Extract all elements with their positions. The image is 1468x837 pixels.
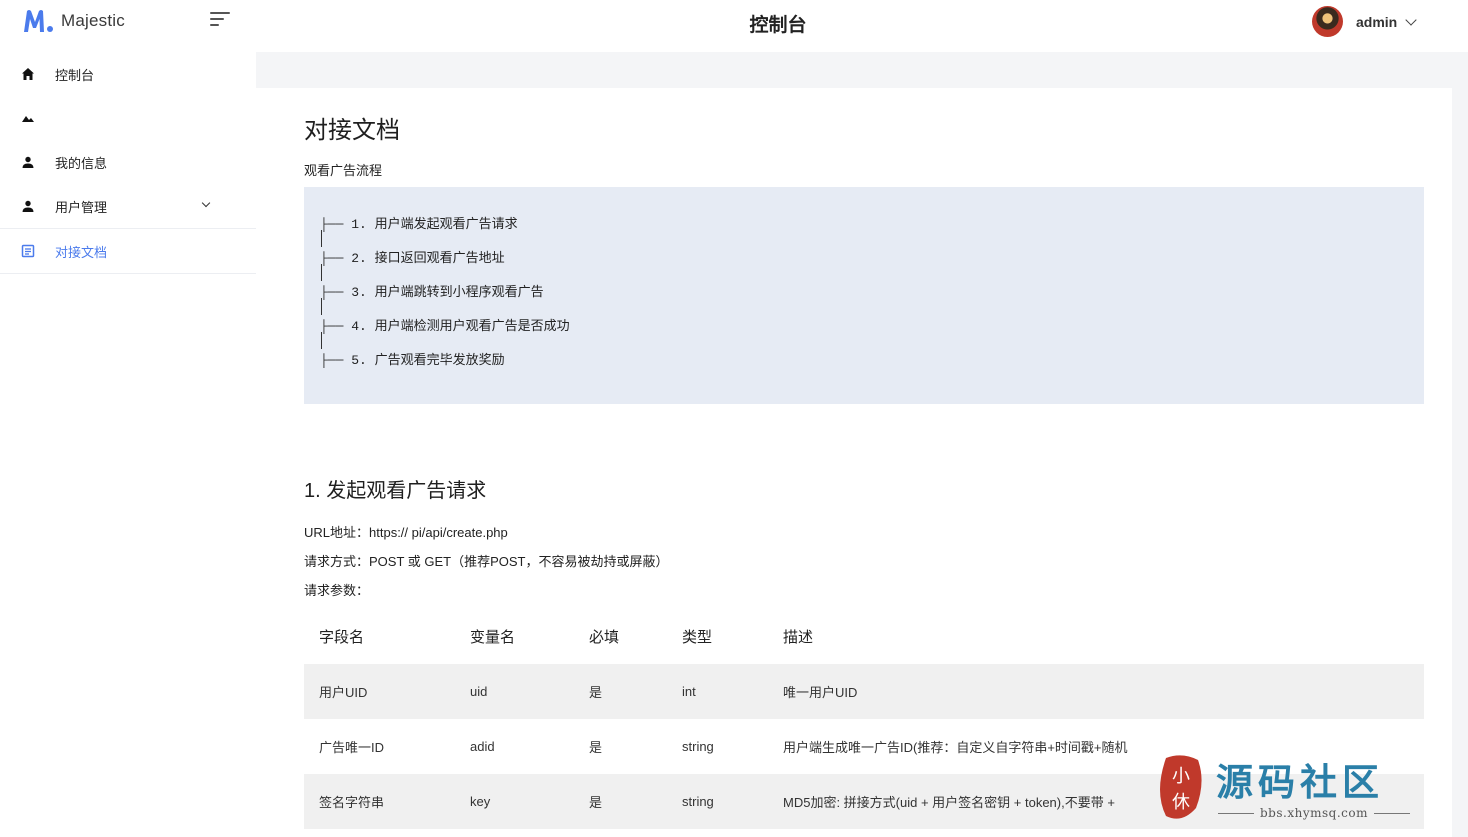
brand-logo-icon bbox=[24, 10, 53, 32]
sidebar: 控制台 我的信息 用户管理 对接文档 bbox=[0, 52, 256, 837]
table-cell: 是 bbox=[589, 664, 682, 719]
table-header: 描述 bbox=[783, 628, 814, 646]
user-name: admin bbox=[1356, 13, 1398, 30]
table-cell: string bbox=[682, 739, 714, 754]
flow-step: ├── 3. 用户端跳转到小程序观看广告 bbox=[320, 281, 1424, 315]
flow-step: ├── 1. 用户端发起观看广告请求 bbox=[320, 213, 1424, 247]
flow-label: 观看广告流程 bbox=[304, 163, 383, 178]
table-cell: 用户UID bbox=[304, 664, 470, 719]
section-title: 1. 发起观看广告请求 bbox=[304, 480, 487, 502]
request-url: URL地址：https:// pi/api/create.php bbox=[304, 525, 508, 540]
table-cell: 广告唯一ID bbox=[319, 740, 385, 755]
flow-block: ├── 1. 用户端发起观看广告请求 ├── 2. 接口返回观看广告地址 ├──… bbox=[304, 187, 1424, 404]
request-params-label: 请求参数： bbox=[304, 583, 370, 598]
flow-step: ├── 5. 广告观看完毕发放奖励 bbox=[320, 353, 505, 368]
user-menu[interactable]: admin bbox=[1312, 6, 1417, 37]
table-cell: key bbox=[470, 774, 589, 829]
sidebar-item-my-info[interactable]: 我的信息 bbox=[0, 140, 256, 184]
table-row: 用户UID uid 是 int 唯一用户UID bbox=[304, 664, 1424, 719]
watermark: 小 休 源码社区 bbs.xhymsq.com bbox=[1152, 752, 1442, 832]
table-cell: uid bbox=[470, 664, 589, 719]
doc-card: 对接文档 观看广告流程 ├── 1. 用户端发起观看广告请求 ├── 2. 接口… bbox=[256, 88, 1452, 837]
watermark-url: bbs.xhymsq.com bbox=[1212, 806, 1416, 820]
chevron-down-icon bbox=[201, 198, 211, 208]
sidebar-item-landscape[interactable] bbox=[0, 96, 256, 140]
sidebar-item-label: 控制台 bbox=[55, 67, 95, 83]
table-cell: 是 bbox=[589, 740, 603, 755]
chevron-down-icon bbox=[1405, 13, 1417, 26]
sidebar-item-label: 我的信息 bbox=[55, 155, 108, 171]
top-bar: Majestic 控制台 admin bbox=[0, 0, 1468, 52]
brand[interactable]: Majestic bbox=[22, 8, 125, 34]
sidebar-item-label: 对接文档 bbox=[55, 244, 108, 260]
home-icon bbox=[20, 66, 36, 82]
request-method: 请求方式：POST 或 GET（推荐POST，不容易被劫持或屏蔽） bbox=[304, 554, 669, 569]
table-header: 变量名 bbox=[470, 628, 516, 646]
table-header-row: 字段名 变量名 必填 类型 描述 bbox=[304, 608, 1424, 664]
sidebar-item-label: 用户管理 bbox=[55, 199, 108, 215]
document-icon bbox=[20, 243, 36, 259]
landscape-icon bbox=[20, 110, 36, 126]
table-cell: string bbox=[682, 774, 783, 829]
doc-title: 对接文档 bbox=[304, 117, 400, 144]
sidebar-toggle-icon[interactable] bbox=[210, 12, 232, 30]
table-header: 必填 bbox=[589, 628, 620, 646]
sidebar-item-user-management[interactable]: 用户管理 bbox=[0, 184, 256, 228]
table-cell: 是 bbox=[589, 774, 682, 829]
table-cell: 签名字符串 bbox=[304, 774, 470, 829]
divider bbox=[0, 273, 256, 274]
flow-step: ├── 2. 接口返回观看广告地址 bbox=[320, 247, 1424, 281]
person-icon bbox=[20, 154, 36, 170]
brand-name: Majestic bbox=[61, 11, 125, 30]
watermark-seal-icon: 小 休 bbox=[1160, 755, 1202, 819]
person-icon bbox=[20, 198, 36, 214]
table-header: 字段名 bbox=[319, 628, 365, 646]
table-header: 类型 bbox=[682, 628, 713, 646]
main-content: 对接文档 观看广告流程 ├── 1. 用户端发起观看广告请求 ├── 2. 接口… bbox=[256, 52, 1468, 837]
watermark-text: 源码社区 bbox=[1216, 760, 1384, 804]
sidebar-item-dashboard[interactable]: 控制台 bbox=[0, 52, 256, 96]
table-cell: int bbox=[682, 664, 783, 719]
svg-text:休: 休 bbox=[1172, 792, 1190, 813]
avatar[interactable] bbox=[1312, 6, 1343, 37]
table-cell: 唯一用户UID bbox=[783, 664, 1424, 719]
table-cell: adid bbox=[470, 739, 495, 754]
svg-text:小: 小 bbox=[1172, 766, 1190, 787]
flow-step: ├── 4. 用户端检测用户观看广告是否成功 bbox=[320, 315, 1424, 349]
sidebar-item-docs[interactable]: 对接文档 bbox=[0, 229, 256, 273]
